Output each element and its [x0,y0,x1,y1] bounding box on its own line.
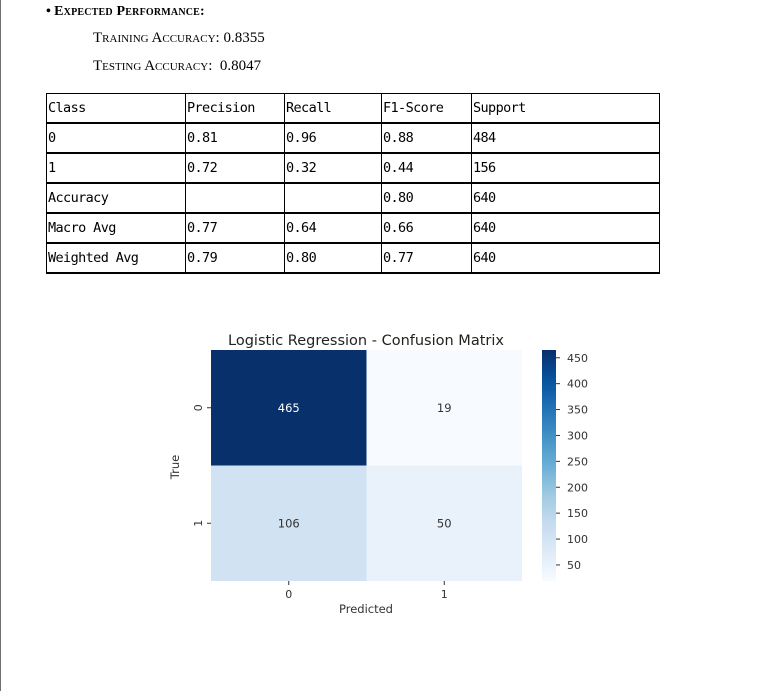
heatmap-cells: 465 19 106 50 [211,350,522,581]
colorbar-tick-label: 100 [567,533,588,546]
colorbar-tick-label: 300 [567,429,588,442]
colorbar-tick-label: 250 [567,455,588,468]
colorbar-tick-label: 450 [567,352,588,365]
x-tick-label: 1 [441,588,448,601]
colorbar-tick-label: 350 [567,404,588,417]
x-tick-label: 0 [285,588,292,601]
cell-value-label: 106 [278,516,300,530]
chart-title: Logistic Regression - Confusion Matrix [228,333,504,349]
colorbar-tick-label: 200 [567,481,588,494]
colorbar [542,350,556,581]
colorbar-tick-label: 400 [567,378,588,391]
y-tick-label: 1 [192,520,205,527]
cell-value-label: 50 [437,516,452,530]
colorbar-tick-label: 150 [567,507,588,520]
cell-value-label: 19 [437,401,452,415]
y-axis-label: True [168,455,182,480]
colorbar-ticks: 50 100 150 200 250 300 350 400 450 [556,352,588,572]
y-tick-label: 0 [192,404,205,411]
cell-value-label: 465 [278,401,300,415]
colorbar-tick-label: 50 [567,559,581,572]
confusion-matrix-chart: Logistic Regression - Confusion Matrix 4… [168,333,588,616]
x-axis-label: Predicted [339,602,393,616]
